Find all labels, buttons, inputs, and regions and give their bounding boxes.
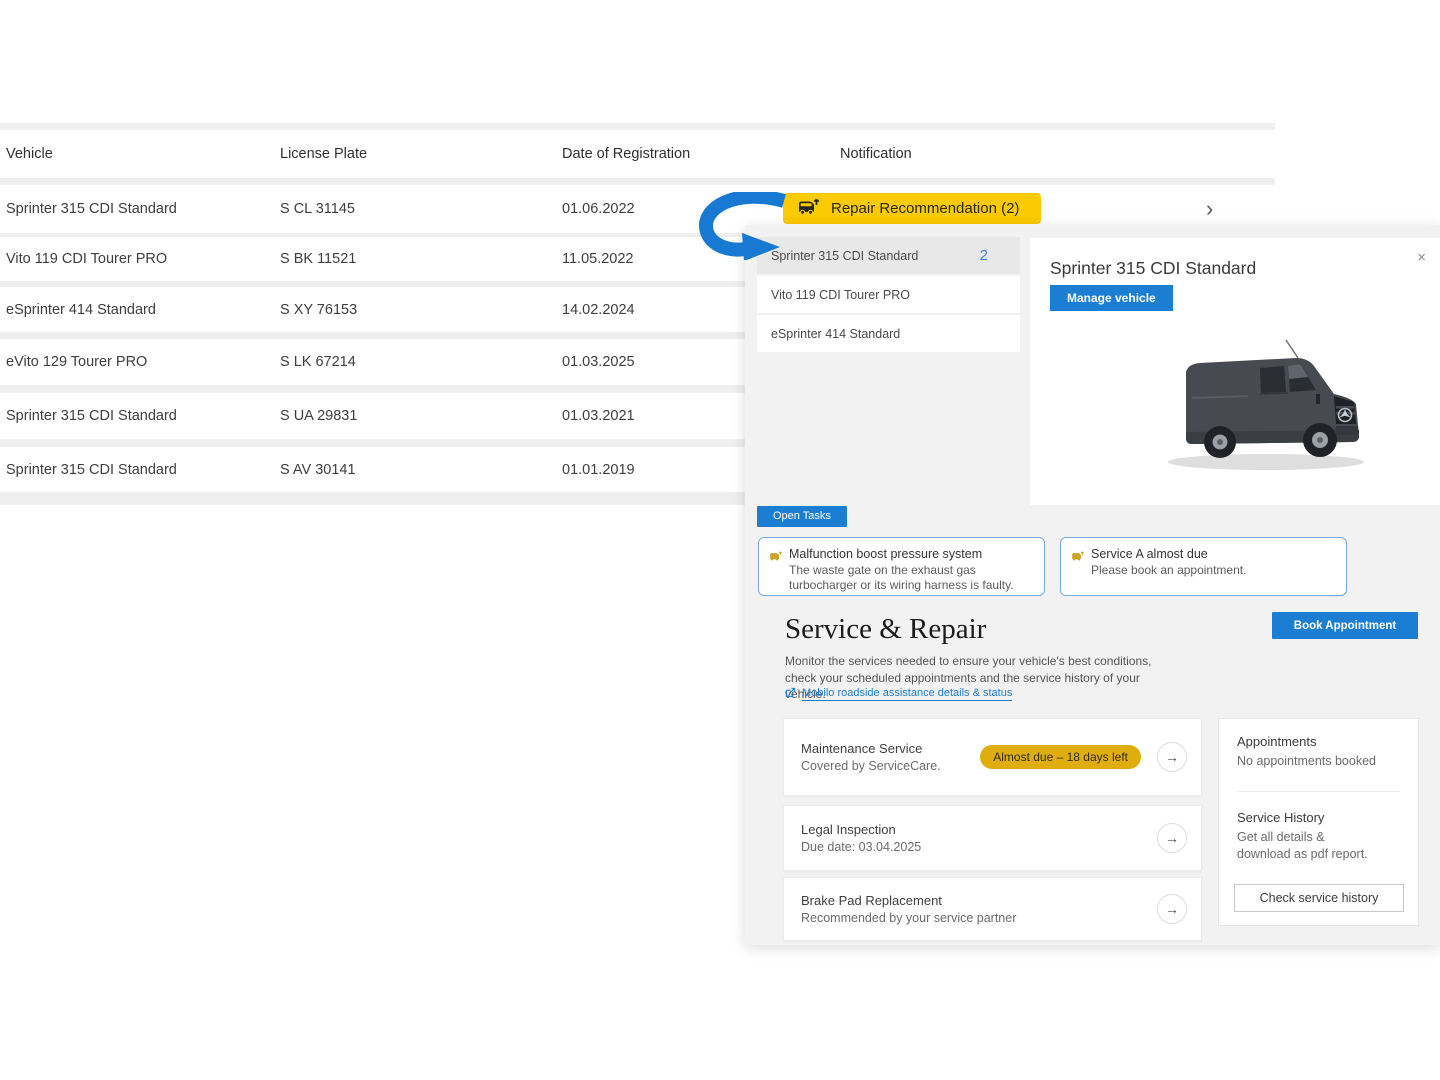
vehicle-name: eVito 129 Tourer PRO [6, 339, 147, 385]
vehicle-list-item-vito-119[interactable]: Vito 119 CDI Tourer PRO [757, 276, 1020, 313]
task-title: Malfunction boost pressure system [789, 547, 1034, 561]
header-date-of-registration: Date of Registration [562, 130, 690, 178]
task-title: Service A almost due [1091, 547, 1336, 561]
card-subtitle: Recommended by your service partner [801, 911, 1016, 925]
vehicle-name: Vito 119 CDI Tourer PRO [6, 237, 167, 281]
divider [1237, 791, 1400, 792]
vehicle-photo [1148, 336, 1383, 486]
van-warning-icon [1071, 549, 1085, 567]
open-maintenance-arrow-icon[interactable]: → [1157, 742, 1187, 772]
service-history-text: Get all details & download as pdf report… [1237, 829, 1372, 862]
header-license-plate: License Plate [280, 130, 367, 178]
open-inspection-arrow-icon[interactable]: → [1157, 823, 1187, 853]
maintenance-service-card[interactable]: Maintenance Service Covered by ServiceCa… [783, 718, 1202, 796]
manage-vehicle-button[interactable]: Manage vehicle [1050, 285, 1173, 311]
registration-date: 01.06.2022 [562, 185, 635, 233]
due-status-badge: Almost due – 18 days left [980, 745, 1141, 769]
fleet-dashboard-screen: Vehicle License Plate Date of Registrati… [0, 0, 1440, 1080]
mobilo-assistance-link[interactable]: Mobilo roadside assistance details & sta… [785, 687, 1012, 701]
license-plate: S BK 11521 [280, 237, 356, 281]
book-appointment-button[interactable]: Book Appointment [1272, 612, 1418, 639]
brake-pad-card[interactable]: Brake Pad Replacement Recommended by you… [783, 877, 1202, 941]
license-plate: S UA 29831 [280, 393, 357, 439]
close-icon[interactable]: × [1413, 246, 1430, 269]
registration-date: 01.03.2025 [562, 339, 635, 385]
task-body: The waste gate on the exhaust gas turboc… [789, 563, 1034, 594]
task-card-service-a[interactable]: Service A almost due Please book an appo… [1060, 537, 1347, 596]
card-title: Maintenance Service [801, 741, 941, 756]
appointments-text: No appointments booked [1237, 753, 1400, 769]
repair-recommendation-label: Repair Recommendation (2) [831, 200, 1019, 217]
registration-date: 14.02.2024 [562, 287, 635, 332]
van-warning-icon [797, 197, 821, 220]
registration-date: 01.03.2021 [562, 393, 635, 439]
vehicle-list-item-sprinter-315[interactable]: Sprinter 315 CDI Standard 2 [757, 237, 1020, 274]
vehicle-list-item-esprinter-414[interactable]: eSprinter 414 Standard [757, 315, 1020, 352]
vehicle-name: Sprinter 315 CDI Standard [6, 447, 177, 492]
vehicle-item-label: eSprinter 414 Standard [771, 327, 900, 341]
registration-date: 01.01.2019 [562, 447, 635, 492]
service-history-title: Service History [1237, 810, 1400, 825]
card-subtitle: Due date: 03.04.2025 [801, 840, 921, 854]
card-title: Brake Pad Replacement [801, 893, 1016, 908]
license-plate: S CL 31145 [280, 185, 355, 233]
card-title: Legal Inspection [801, 822, 921, 837]
vehicle-detail-card: Sprinter 315 CDI Standard Manage vehicle… [1030, 238, 1440, 505]
table-header-row: Vehicle License Plate Date of Registrati… [0, 130, 1275, 178]
header-notification: Notification [840, 130, 912, 178]
vehicle-detail-overlay: Sprinter 315 CDI Standard 2 Vito 119 CDI… [745, 225, 1440, 945]
license-plate: S LK 67214 [280, 339, 356, 385]
vehicle-item-label: Sprinter 315 CDI Standard [771, 249, 918, 263]
registration-date: 11.05.2022 [562, 237, 634, 281]
task-card-malfunction[interactable]: Malfunction boost pressure system The wa… [758, 537, 1045, 596]
vehicle-detail-title: Sprinter 315 CDI Standard [1050, 258, 1256, 279]
task-body: Please book an appointment. [1091, 563, 1336, 578]
vehicle-name: eSprinter 414 Standard [6, 287, 156, 332]
vehicle-name: Sprinter 315 CDI Standard [6, 393, 177, 439]
legal-inspection-card[interactable]: Legal Inspection Due date: 03.04.2025 → [783, 805, 1202, 871]
vehicle-item-label: Vito 119 CDI Tourer PRO [771, 288, 910, 302]
open-brake-pad-arrow-icon[interactable]: → [1157, 894, 1187, 924]
service-repair-heading: Service & Repair [785, 613, 986, 646]
notification-count-badge: 2 [980, 247, 988, 264]
check-service-history-button[interactable]: Check service history [1234, 884, 1404, 912]
license-plate: S AV 30141 [280, 447, 356, 492]
header-vehicle: Vehicle [6, 130, 53, 178]
appointments-history-panel: Appointments No appointments booked Serv… [1218, 718, 1419, 926]
vehicle-name: Sprinter 315 CDI Standard [6, 185, 177, 233]
van-warning-icon [769, 549, 783, 567]
mobilo-link-label: Mobilo roadside assistance details & sta… [802, 687, 1012, 701]
repair-recommendation-button[interactable]: Repair Recommendation (2) [783, 193, 1041, 224]
external-link-icon [785, 687, 796, 701]
card-subtitle: Covered by ServiceCare. [801, 759, 941, 773]
license-plate: S XY 76153 [280, 287, 357, 332]
appointments-title: Appointments [1237, 734, 1400, 749]
vehicle-selector-list: Sprinter 315 CDI Standard 2 Vito 119 CDI… [757, 237, 1020, 354]
open-tasks-tab[interactable]: Open Tasks [757, 506, 847, 527]
